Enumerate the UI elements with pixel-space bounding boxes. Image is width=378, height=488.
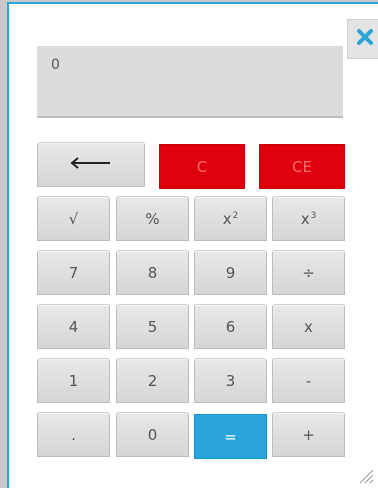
key-9-label: 9 [225,263,236,282]
sqrt-button[interactable]: √ [37,196,110,241]
resize-grip-icon[interactable] [354,464,374,484]
key-8-button[interactable]: 8 [116,250,189,295]
cube-base: x [300,209,310,228]
plus-button[interactable]: + [272,412,345,457]
key-0-button[interactable]: 0 [116,412,189,457]
key-7-label: 7 [68,263,79,282]
key-6-button[interactable]: 6 [194,304,267,349]
backspace-arrow-icon [70,156,112,174]
percent-button[interactable]: % [116,196,189,241]
clear-entry-label: CE [292,157,312,176]
close-icon [356,28,374,50]
calculator-display: 0 [37,46,343,118]
square-base: x [222,209,232,228]
key-4-label: 4 [68,317,79,336]
clear-button[interactable]: C [159,144,245,189]
decimal-label: . [71,425,76,444]
key-0-label: 0 [147,425,158,444]
calculator-panel: 0 C CE √ % x2 x3 7 8 9 ÷ 4 5 6 x 1 2 3 -… [7,2,378,488]
cube-exponent: 3 [310,210,317,221]
cube-label: x3 [301,210,317,228]
key-1-label: 1 [68,371,79,390]
key-4-button[interactable]: 4 [37,304,110,349]
minus-button[interactable]: - [272,358,345,403]
percent-label: % [145,209,160,228]
key-9-button[interactable]: 9 [194,250,267,295]
divide-label: ÷ [302,263,315,282]
key-5-button[interactable]: 5 [116,304,189,349]
square-button[interactable]: x2 [194,196,267,241]
key-2-label: 2 [147,371,158,390]
key-3-label: 3 [225,371,236,390]
decimal-button[interactable]: . [37,412,110,457]
clear-entry-button[interactable]: CE [259,144,345,189]
clear-label: C [196,157,208,176]
multiply-label: x [304,317,313,336]
square-exponent: 2 [232,210,239,221]
backspace-button[interactable] [37,142,145,187]
sqrt-label: √ [68,209,79,228]
key-8-label: 8 [147,263,158,282]
plus-label: + [302,425,315,444]
square-label: x2 [223,210,239,228]
display-value: 0 [51,57,60,73]
minus-label: - [305,371,312,390]
equals-label: = [224,427,237,446]
key-6-label: 6 [225,317,236,336]
equals-button[interactable]: = [194,414,267,459]
close-button[interactable] [347,19,378,59]
key-7-button[interactable]: 7 [37,250,110,295]
key-5-label: 5 [147,317,158,336]
divide-button[interactable]: ÷ [272,250,345,295]
cube-button[interactable]: x3 [272,196,345,241]
key-1-button[interactable]: 1 [37,358,110,403]
key-3-button[interactable]: 3 [194,358,267,403]
multiply-button[interactable]: x [272,304,345,349]
key-2-button[interactable]: 2 [116,358,189,403]
